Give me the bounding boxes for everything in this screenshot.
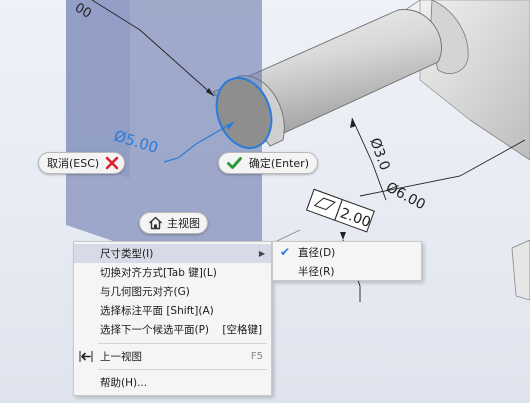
- vertical-diameter-text: Ø3.0: [366, 136, 392, 173]
- menu-item-shortcut: F5: [250, 351, 263, 362]
- cancel-button[interactable]: 取消(ESC): [38, 152, 125, 174]
- menu-item-select-annotation-plane[interactable]: 选择标注平面 [Shift](A): [74, 301, 271, 320]
- menu-item-align-to-geometry[interactable]: 与几何图元对齐(G): [74, 282, 271, 301]
- menu-item-dimension-type[interactable]: 尺寸类型(I) ▶: [74, 244, 271, 263]
- model-edge-fragment: [511, 239, 530, 301]
- menu-separator: [98, 369, 267, 370]
- menu-item-label: 帮助(H)...: [100, 377, 148, 389]
- dimension-type-submenu: ✔ 直径(D) 半径(R): [272, 241, 422, 281]
- ok-label: 确定(Enter): [248, 157, 309, 170]
- home-label: 主视图: [167, 217, 200, 230]
- submenu-arrow-icon: ▶: [258, 249, 265, 258]
- submenu-item-radius[interactable]: 半径(R): [273, 262, 421, 281]
- context-menu: 尺寸类型(I) ▶ 切换对齐方式[Tab 键](L) 与几何图元对齐(G) 选择…: [73, 241, 272, 396]
- menu-item-label: 选择标注平面 [Shift](A): [100, 305, 214, 317]
- menu-item-label: 切换对齐方式[Tab 键](L): [100, 267, 217, 279]
- menu-item-label: 上一视图: [100, 351, 142, 363]
- menu-item-label: 尺寸类型(I): [100, 248, 154, 260]
- cancel-label: 取消(ESC): [47, 157, 100, 170]
- close-icon: [105, 155, 119, 171]
- feature-control-frame: 2.00: [305, 188, 375, 233]
- submenu-item-label: 半径(R): [298, 266, 335, 278]
- menu-separator: [98, 343, 267, 344]
- checkmark-icon: ✔: [280, 245, 291, 259]
- diagonal-diameter-text: Ø6.00: [383, 179, 428, 213]
- submenu-item-diameter[interactable]: ✔ 直径(D): [273, 243, 421, 262]
- submenu-item-label: 直径(D): [298, 247, 336, 259]
- menu-item-toggle-alignment[interactable]: 切换对齐方式[Tab 键](L): [74, 263, 271, 282]
- menu-item-label: 选择下一个候选平面(P) [空格键]: [100, 324, 263, 336]
- menu-item-previous-view[interactable]: 上一视图 F5: [74, 347, 271, 366]
- home-view-button[interactable]: 主视图: [139, 212, 208, 234]
- menu-item-help[interactable]: 帮助(H)...: [74, 373, 271, 392]
- menu-item-label: 与几何图元对齐(G): [100, 286, 190, 298]
- checkmark-icon: [227, 155, 243, 171]
- menu-item-next-candidate-plane[interactable]: 选择下一个候选平面(P) [空格键]: [74, 320, 271, 339]
- home-icon: [148, 215, 163, 231]
- previous-view-icon: [79, 350, 93, 363]
- ok-button[interactable]: 确定(Enter): [218, 152, 318, 174]
